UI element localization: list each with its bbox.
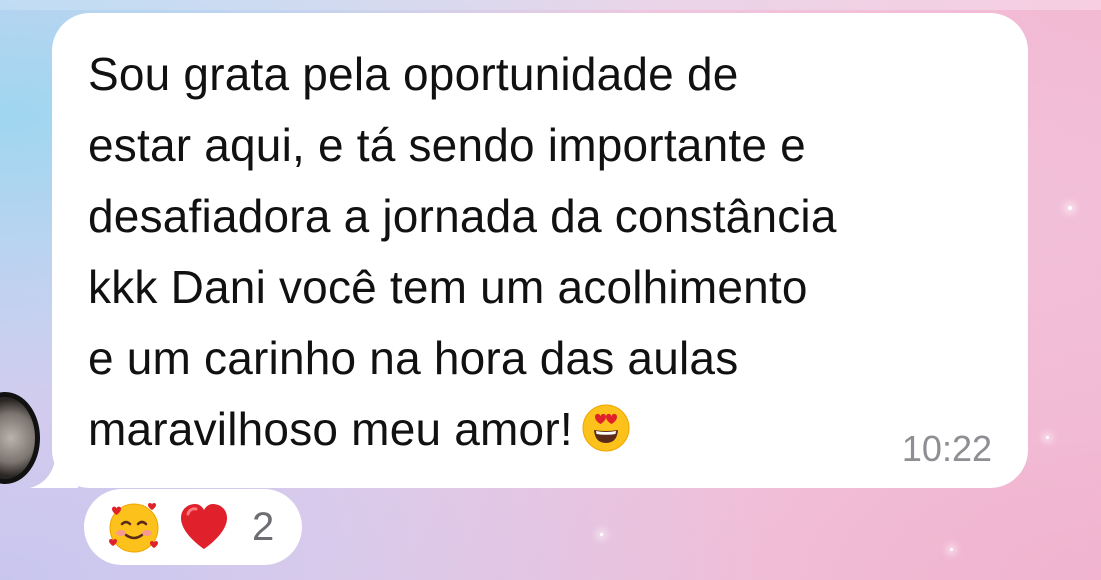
background-sparkle [950, 548, 953, 551]
heart-eyes-emoji-icon [581, 402, 631, 452]
message-line: kkk Dani você tem um acolhimento [88, 261, 808, 313]
message-line: estar aqui, e tá sendo importante e [88, 119, 806, 171]
message-line: e um carinho na hora das aulas [88, 332, 739, 384]
reaction-count: 2 [252, 504, 275, 549]
message-line: desafiadora a jornada da constância [88, 190, 837, 242]
message-bubble-body: Sou grata pela oportunidade de estar aqu… [52, 13, 1028, 488]
red-heart-icon[interactable] [176, 499, 232, 555]
message-line: Sou grata pela oportunidade de [88, 48, 739, 100]
top-border [0, 0, 1101, 10]
reactions-pill[interactable]: 2 [84, 489, 303, 565]
message-text: Sou grata pela oportunidade de estar aqu… [88, 39, 998, 465]
message-timestamp: 10:22 [901, 428, 992, 469]
smiling-face-with-hearts-icon[interactable] [106, 499, 162, 555]
background-sparkle [1046, 436, 1049, 439]
message-bubble[interactable]: Sou grata pela oportunidade de estar aqu… [30, 13, 1028, 488]
message-line: maravilhoso meu amor! [88, 403, 573, 455]
background-sparkle [600, 533, 603, 536]
background-sparkle [1068, 206, 1072, 210]
